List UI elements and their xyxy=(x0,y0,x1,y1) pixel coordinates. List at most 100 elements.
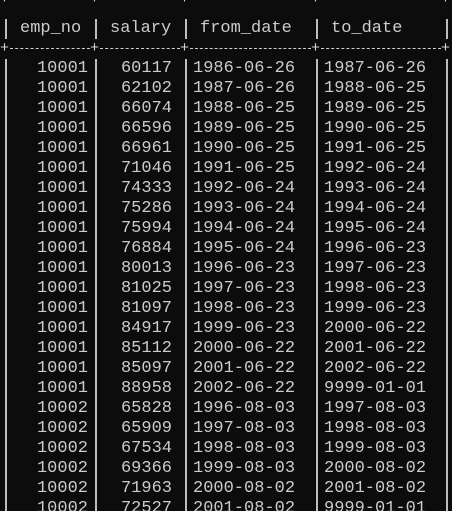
column-divider xyxy=(185,419,187,439)
separator-dash xyxy=(10,0,90,1)
separator-dash xyxy=(100,0,180,1)
column-divider xyxy=(446,439,448,459)
column-divider xyxy=(446,139,448,159)
column-divider xyxy=(185,79,187,99)
cell-from-date: 1995-06-24 xyxy=(193,239,296,258)
table-row: 10001 66596 1989-06-25 1990-06-25 xyxy=(0,119,452,139)
column-divider xyxy=(185,439,187,459)
cell-from-date: 1989-06-25 xyxy=(193,119,296,138)
table-row: 10001 80013 1996-06-23 1997-06-23 xyxy=(0,259,452,279)
cell-from-date: 1988-06-25 xyxy=(193,99,296,118)
column-divider xyxy=(185,159,187,179)
column-divider xyxy=(316,359,318,379)
cell-salary: 80013 xyxy=(120,259,172,278)
column-divider xyxy=(95,219,97,239)
column-divider xyxy=(185,199,187,219)
cell-from-date: 1990-06-25 xyxy=(193,139,296,158)
cell-emp-no: 10001 xyxy=(36,219,88,238)
column-divider xyxy=(185,399,187,419)
cell-emp-no: 10001 xyxy=(36,299,88,318)
column-divider xyxy=(185,279,187,299)
separator-dash xyxy=(100,48,180,50)
column-divider xyxy=(316,159,318,179)
table-top-border: + + + + + xyxy=(0,0,452,11)
cell-to-date: 1987-06-26 xyxy=(324,59,427,78)
column-divider xyxy=(95,419,97,439)
table-row: 10001 88958 2002-06-22 9999-01-01 xyxy=(0,379,452,399)
cell-salary: 84917 xyxy=(120,319,172,338)
column-divider xyxy=(95,19,97,39)
column-divider xyxy=(185,379,187,399)
cell-to-date: 1993-06-24 xyxy=(324,179,427,198)
table-row: 10002 69366 1999-08-03 2000-08-02 xyxy=(0,459,452,479)
column-divider xyxy=(95,459,97,479)
cell-salary: 88958 xyxy=(120,379,172,398)
header-to-date: to_date xyxy=(331,19,403,38)
cell-to-date: 2002-06-22 xyxy=(324,359,427,378)
cell-salary: 85097 xyxy=(120,359,172,378)
cell-emp-no: 10001 xyxy=(36,159,88,178)
cell-to-date: 1990-06-25 xyxy=(324,119,427,138)
separator-plus: + xyxy=(0,40,10,57)
column-divider xyxy=(185,219,187,239)
cell-emp-no: 10001 xyxy=(36,79,88,98)
column-divider xyxy=(95,199,97,219)
table-row: 10001 75286 1993-06-24 1994-06-24 xyxy=(0,199,452,219)
table-row: 10001 76884 1995-06-24 1996-06-23 xyxy=(0,239,452,259)
separator-plus: + xyxy=(441,40,451,57)
cell-to-date: 2001-06-22 xyxy=(324,339,427,358)
column-divider xyxy=(446,379,448,399)
cell-emp-no: 10001 xyxy=(36,379,88,398)
cell-from-date: 1996-06-23 xyxy=(193,259,296,278)
separator-plus: + xyxy=(311,0,320,9)
column-divider xyxy=(446,279,448,299)
column-divider xyxy=(446,219,448,239)
column-divider xyxy=(185,299,187,319)
cell-from-date: 1999-08-03 xyxy=(193,459,296,478)
separator-dash xyxy=(321,48,441,50)
column-divider xyxy=(95,99,97,119)
table-row: 10002 72527 2001-08-02 9999-01-01 xyxy=(0,499,452,511)
column-divider xyxy=(185,139,187,159)
table-row: 10002 71963 2000-08-02 2001-08-02 xyxy=(0,479,452,499)
column-divider xyxy=(446,159,448,179)
table-row: 10001 74333 1992-06-24 1993-06-24 xyxy=(0,179,452,199)
cell-from-date: 1997-08-03 xyxy=(193,419,296,438)
cell-from-date: 2002-06-22 xyxy=(193,379,296,398)
cell-salary: 75286 xyxy=(120,199,172,218)
column-divider xyxy=(185,59,187,79)
separator-plus: + xyxy=(441,0,450,9)
column-divider xyxy=(185,99,187,119)
column-divider xyxy=(316,259,318,279)
table-row: 10001 71046 1991-06-25 1992-06-24 xyxy=(0,159,452,179)
cell-from-date: 1997-06-23 xyxy=(193,279,296,298)
header-salary: salary xyxy=(110,19,172,38)
cell-emp-no: 10001 xyxy=(36,239,88,258)
table-row: 10001 60117 1986-06-26 1987-06-26 xyxy=(0,59,452,79)
cell-emp-no: 10001 xyxy=(36,259,88,278)
separator-dash xyxy=(10,48,90,50)
column-divider xyxy=(446,79,448,99)
separator-plus: + xyxy=(311,40,321,57)
column-divider xyxy=(95,439,97,459)
separator-plus: + xyxy=(90,40,100,57)
table-header-row: emp_no salary from_date to_date xyxy=(0,19,452,39)
cell-salary: 81025 xyxy=(120,279,172,298)
cell-to-date: 1994-06-24 xyxy=(324,199,427,218)
table-row: 10001 85097 2001-06-22 2002-06-22 xyxy=(0,359,452,379)
column-divider xyxy=(316,319,318,339)
table-row: 10001 85112 2000-06-22 2001-06-22 xyxy=(0,339,452,359)
cell-emp-no: 10002 xyxy=(36,419,88,438)
column-divider xyxy=(185,359,187,379)
column-divider xyxy=(95,339,97,359)
cell-emp-no: 10001 xyxy=(36,179,88,198)
cell-emp-no: 10001 xyxy=(36,319,88,338)
cell-salary: 74333 xyxy=(120,179,172,198)
cell-to-date: 1999-06-23 xyxy=(324,299,427,318)
column-divider xyxy=(185,239,187,259)
cell-to-date: 9999-01-01 xyxy=(324,379,427,398)
cell-to-date: 2000-08-02 xyxy=(324,459,427,478)
column-divider xyxy=(185,339,187,359)
column-divider xyxy=(446,119,448,139)
column-divider xyxy=(446,239,448,259)
